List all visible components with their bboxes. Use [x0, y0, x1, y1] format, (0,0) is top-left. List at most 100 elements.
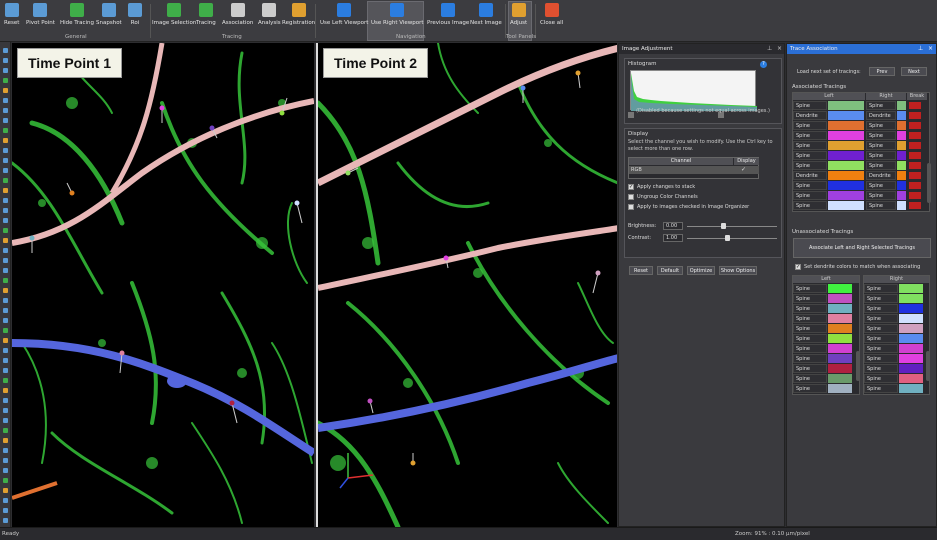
left-viewport[interactable]: Time Point 1 [12, 43, 314, 527]
registration-button[interactable]: Registration [282, 3, 315, 26]
channel-row[interactable]: RGB ✓ [629, 166, 759, 174]
snapshot-button[interactable]: Snapshot [96, 3, 122, 26]
break-button[interactable] [909, 152, 921, 159]
show-options-button[interactable]: Show Options [719, 266, 757, 275]
unassociated-item[interactable]: Spine [793, 314, 827, 323]
tool-icon[interactable] [3, 398, 8, 403]
break-button[interactable] [909, 192, 921, 199]
unassoc-right-scrollbar[interactable] [926, 351, 930, 381]
adjust-button[interactable]: Adjust [510, 3, 527, 26]
analysis-button[interactable]: Analysis [258, 3, 281, 26]
option-checkbox[interactable] [628, 204, 634, 210]
default-button[interactable]: Default [657, 266, 683, 275]
tool-icon[interactable] [3, 128, 8, 133]
tool-icon[interactable] [3, 348, 8, 353]
unassociated-item[interactable]: Spine [793, 384, 827, 393]
use-left-viewport-button[interactable]: Use Left Viewport [320, 3, 368, 26]
unassociated-item[interactable]: Spine [793, 334, 827, 343]
break-button[interactable] [909, 202, 921, 209]
break-button[interactable] [909, 112, 921, 119]
tool-icon[interactable] [3, 268, 8, 273]
tool-icon[interactable] [3, 418, 8, 423]
tool-icon[interactable] [3, 448, 8, 453]
tool-icon[interactable] [3, 218, 8, 223]
option-checkbox[interactable] [628, 194, 634, 200]
break-button[interactable] [909, 162, 921, 169]
break-button[interactable] [909, 172, 921, 179]
close-icon[interactable]: × [777, 45, 782, 52]
tool-icon[interactable] [3, 458, 8, 463]
unassociated-item[interactable]: Spine [793, 324, 827, 333]
brightness-slider-thumb[interactable] [721, 223, 726, 229]
tool-icon[interactable] [3, 198, 8, 203]
tool-icon[interactable] [3, 408, 8, 413]
unassociated-item[interactable]: Spine [793, 304, 827, 313]
associate-selected-button[interactable]: Associate Left and Right Selected Tracin… [793, 238, 931, 258]
tool-icon[interactable] [3, 118, 8, 123]
roi-button[interactable]: Roi [128, 3, 142, 26]
tool-icon[interactable] [3, 308, 8, 313]
brightness-slider[interactable] [687, 226, 777, 227]
break-button[interactable] [909, 122, 921, 129]
use-right-viewport-button[interactable]: Use Right Viewport [371, 3, 424, 26]
unassociated-item[interactable]: Spine [864, 294, 898, 303]
contrast-slider-thumb[interactable] [725, 235, 730, 241]
tool-icon[interactable] [3, 338, 8, 343]
tool-icon[interactable] [3, 288, 8, 293]
pin-icon[interactable]: ⊥ [918, 45, 923, 52]
tool-icon[interactable] [3, 508, 8, 513]
tool-icon[interactable] [3, 498, 8, 503]
associated-scrollbar[interactable] [927, 163, 931, 203]
unassociated-item[interactable]: Spine [864, 324, 898, 333]
tool-icon[interactable] [3, 158, 8, 163]
association-button[interactable]: Association [222, 3, 253, 26]
tool-icon[interactable] [3, 468, 8, 473]
tool-icon[interactable] [3, 88, 8, 93]
unassociated-item[interactable]: Spine [793, 294, 827, 303]
tool-icon[interactable] [3, 48, 8, 53]
tracing-button[interactable]: Tracing [196, 3, 216, 26]
reset-button[interactable]: Reset [4, 3, 19, 26]
tool-icon[interactable] [3, 368, 8, 373]
tool-icon[interactable] [3, 58, 8, 63]
unassociated-item[interactable]: Spine [793, 344, 827, 353]
close-all-button[interactable]: Close all [540, 3, 563, 26]
unassociated-item[interactable]: Spine [793, 284, 827, 293]
close-icon[interactable]: × [928, 45, 933, 52]
tool-icon[interactable] [3, 248, 8, 253]
tool-icon[interactable] [3, 188, 8, 193]
option-checkbox[interactable]: ✓ [628, 184, 634, 190]
tool-icon[interactable] [3, 258, 8, 263]
dendrite-colors-checkbox[interactable]: ✓ [795, 264, 801, 270]
tool-icon[interactable] [3, 318, 8, 323]
display-check[interactable]: ✓ [741, 166, 746, 173]
tool-icon[interactable] [3, 278, 8, 283]
unassociated-item[interactable]: Spine [864, 364, 898, 373]
unassociated-item[interactable]: Spine [864, 344, 898, 353]
break-button[interactable] [909, 182, 921, 189]
help-icon[interactable]: ? [760, 61, 767, 68]
tool-icon[interactable] [3, 238, 8, 243]
unassociated-item[interactable]: Spine [793, 364, 827, 373]
tool-icon[interactable] [3, 478, 8, 483]
unassociated-item[interactable]: Spine [864, 374, 898, 383]
image-selection-button[interactable]: Image Selection [152, 3, 196, 26]
tool-icon[interactable] [3, 78, 8, 83]
tool-icon[interactable] [3, 168, 8, 173]
break-button[interactable] [909, 102, 921, 109]
unassociated-item[interactable]: Spine [793, 354, 827, 363]
brightness-input[interactable]: 0.00 [663, 222, 683, 230]
tool-icon[interactable] [3, 208, 8, 213]
tool-icon[interactable] [3, 388, 8, 393]
tool-icon[interactable] [3, 378, 8, 383]
break-button[interactable] [909, 142, 921, 149]
next-image-button[interactable]: Next Image [470, 3, 502, 26]
tool-icon[interactable] [3, 138, 8, 143]
tool-icon[interactable] [3, 108, 8, 113]
previous-image-button[interactable]: Previous Image [427, 3, 469, 26]
unassociated-item[interactable]: Spine [793, 374, 827, 383]
tool-icon[interactable] [3, 228, 8, 233]
next-button[interactable]: Next [901, 67, 927, 76]
tool-icon[interactable] [3, 488, 8, 493]
reset-button[interactable]: Reset [629, 266, 653, 275]
